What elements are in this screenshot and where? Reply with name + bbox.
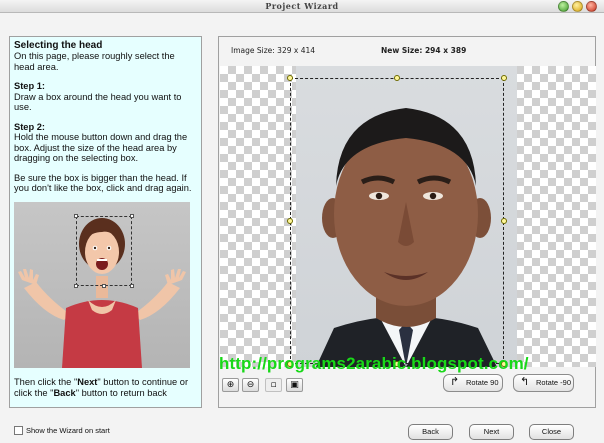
- next-button[interactable]: Next: [469, 424, 514, 440]
- sample-selection-box: [74, 214, 134, 288]
- new-size-label: New Size: 294 x 389: [381, 46, 467, 55]
- close-window-button[interactable]: [586, 1, 597, 12]
- resize-handle[interactable]: [394, 75, 400, 81]
- sample-handle: [130, 214, 134, 218]
- tip-text: Be sure the box is bigger than the head.…: [14, 172, 192, 194]
- image-size-label: Image Size: 329 x 414: [231, 46, 316, 55]
- zoom-out-button[interactable]: ⊖: [242, 378, 259, 392]
- step2-label: Step 2: [14, 121, 42, 132]
- watermark-url: http://programs2arabic.blogspot.com/: [219, 354, 529, 373]
- zoom-in-icon: ⊕: [226, 380, 235, 390]
- fit-icon: ▫: [270, 380, 277, 390]
- rotate-left-icon: ↰: [520, 376, 530, 388]
- rotate-minus-90-button[interactable]: ↰ Rotate -90: [513, 374, 574, 392]
- rotate-90-button[interactable]: ↱ Rotate 90: [443, 374, 503, 392]
- back-button[interactable]: Back: [408, 424, 453, 440]
- sample-handle: [74, 214, 78, 218]
- head-selection-box[interactable]: [287, 75, 507, 367]
- instructions-heading: Selecting the head: [14, 40, 103, 51]
- sample-image: [14, 202, 190, 368]
- maximize-button[interactable]: [558, 1, 569, 12]
- preview-panel: Image Size: 329 x 414 New Size: 294 x 38…: [218, 36, 596, 408]
- show-wizard-label: Show the Wizard on start: [26, 426, 110, 435]
- step2-text: Hold the mouse button down and drag the …: [14, 132, 188, 163]
- zoom-in-button[interactable]: ⊕: [222, 378, 239, 392]
- minimize-button[interactable]: [572, 1, 583, 12]
- fit-button[interactable]: ▫: [265, 378, 282, 392]
- sample-handle: [74, 284, 78, 288]
- instructions-panel: Selecting the head On this page, please …: [9, 36, 202, 408]
- navigation-hint: Then click the "Next" button to continue…: [14, 377, 189, 398]
- title-bar: Project Wizard: [0, 0, 604, 13]
- show-wizard-checkbox[interactable]: [14, 426, 23, 435]
- step1-text: Draw a box around the head you want to u…: [14, 91, 182, 113]
- instructions-intro: On this page, please roughly select the …: [14, 51, 175, 72]
- close-button[interactable]: Close: [529, 424, 574, 440]
- wizard-window: Selecting the head On this page, please …: [0, 13, 604, 443]
- actual-size-icon: ▣: [290, 380, 299, 390]
- resize-handle[interactable]: [287, 75, 293, 81]
- window-title: Project Wizard: [265, 1, 339, 11]
- actual-size-button[interactable]: ▣: [286, 378, 303, 392]
- sample-handle: [130, 284, 134, 288]
- resize-handle[interactable]: [501, 75, 507, 81]
- zoom-out-icon: ⊖: [246, 380, 255, 390]
- next-word: Next: [77, 377, 98, 387]
- show-wizard-option[interactable]: Show the Wizard on start: [14, 426, 110, 435]
- resize-handle[interactable]: [287, 218, 293, 224]
- back-word: Back: [53, 387, 76, 398]
- photo-canvas[interactable]: [220, 66, 596, 367]
- step1-label: Step 1: [14, 81, 42, 91]
- sample-handle: [102, 284, 106, 288]
- resize-handle[interactable]: [501, 218, 507, 224]
- rotate-right-icon: ↱: [450, 376, 460, 388]
